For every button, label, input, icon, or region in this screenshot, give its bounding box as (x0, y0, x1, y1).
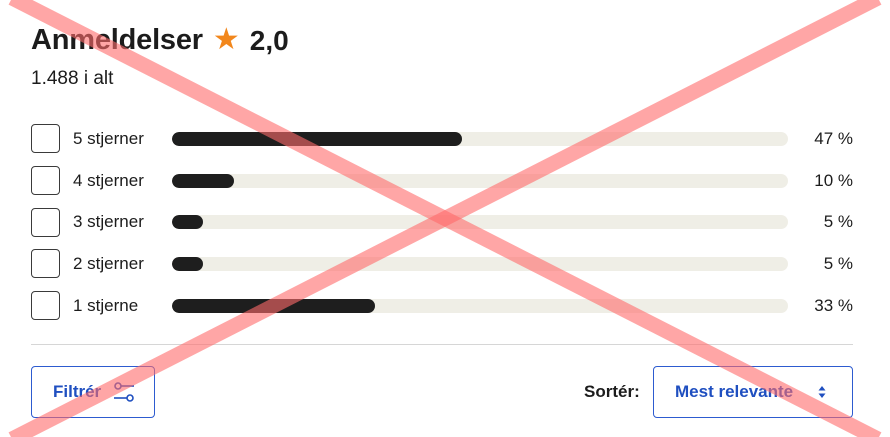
rating-percent: 47 % (814, 128, 853, 148)
rating-percent: 5 % (823, 212, 853, 232)
rating-label: 5 stjerner (73, 128, 144, 148)
rating-row-4: 4 stjerner 10 % (31, 160, 853, 202)
rating-bar-fill (172, 131, 462, 146)
page-title: Anmeldelser (31, 24, 203, 56)
checkbox-5-stars[interactable] (31, 124, 60, 154)
sort-selected-value: Mest relevante (675, 382, 794, 401)
rating-percent: 33 % (814, 295, 853, 315)
rating-bar-fill (172, 215, 203, 230)
divider (31, 344, 853, 345)
rating-bar-track (172, 298, 788, 313)
rating-label: 2 stjerner (73, 253, 144, 273)
rating-row-2: 2 stjerner 5 % (31, 243, 853, 285)
sort-select[interactable]: Mest relevante (653, 366, 853, 418)
sliders-icon (113, 381, 135, 403)
rating-bar-fill (172, 173, 234, 188)
rating-distribution: 5 stjerner 47 % 4 stjerner 10 % 3 stjern… (31, 118, 853, 326)
rating-bar-track (172, 131, 788, 146)
rating-bar-track (172, 215, 788, 230)
rating-label: 3 stjerner (73, 212, 144, 232)
rating-bar-fill (172, 256, 203, 271)
rating-percent: 5 % (823, 253, 853, 273)
filter-button-label: Filtrér (53, 382, 102, 401)
reviews-header: Anmeldelser ★ 2,0 (31, 24, 289, 57)
rating-bar-track (172, 256, 788, 271)
checkbox-2-stars[interactable] (31, 249, 60, 279)
checkbox-3-stars[interactable] (31, 207, 60, 237)
rating-label: 1 stjerne (73, 295, 139, 315)
sort-label: Sortér: (584, 382, 640, 401)
rating-label: 4 stjerner (73, 170, 144, 190)
rating-row-1: 1 stjerne 33 % (31, 285, 853, 327)
rating-percent: 10 % (814, 170, 853, 190)
review-count: 1.488 i alt (31, 68, 114, 89)
rating-bar-track (172, 173, 788, 188)
filter-button[interactable]: Filtrér (31, 366, 155, 418)
star-icon: ★ (212, 22, 240, 56)
rating-row-5: 5 stjerner 47 % (31, 118, 853, 160)
rating-row-3: 3 stjerner 5 % (31, 201, 853, 243)
sort-arrows-icon (818, 385, 826, 399)
rating-bar-fill (172, 298, 376, 313)
checkbox-1-star[interactable] (31, 291, 60, 321)
checkbox-4-stars[interactable] (31, 166, 60, 196)
average-rating: 2,0 (249, 24, 289, 56)
